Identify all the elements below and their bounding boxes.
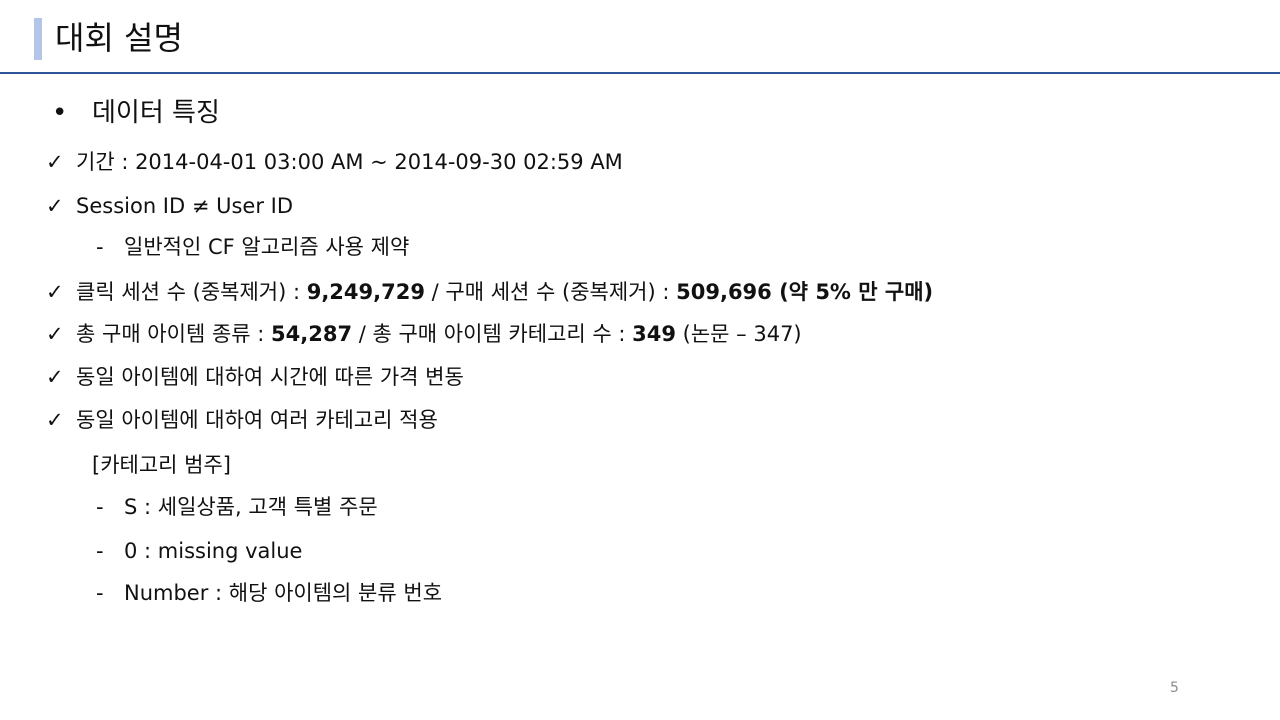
title-divider bbox=[0, 72, 1280, 74]
item-categories-label: / 총 구매 아이템 카테고리 수 : bbox=[352, 322, 633, 346]
multi-category-text: 동일 아이템에 대하여 여러 카테고리 적용 bbox=[76, 408, 438, 432]
category-number-text: Number : 해당 아이템의 분류 번호 bbox=[124, 581, 443, 605]
session-text: Session ID ≠ User ID bbox=[76, 194, 294, 218]
item-categories-count: 349 bbox=[632, 322, 676, 346]
paper-note: (논문 – 347) bbox=[675, 322, 802, 346]
section-bullet: • bbox=[52, 98, 68, 128]
price-variation-text: 동일 아이템에 대하여 시간에 따른 가격 변동 bbox=[76, 365, 464, 389]
item-types-label: 총 구매 아이템 종류 : bbox=[76, 322, 272, 346]
click-sessions-count: 9,249,729 bbox=[306, 280, 425, 304]
click-sessions-line: 클릭 세션 수 (중복제거) : 9,249,729 / 구매 세션 수 (중복… bbox=[76, 277, 933, 307]
dash-bullet: - bbox=[96, 539, 104, 563]
category-heading: [카테고리 범주] bbox=[92, 453, 231, 477]
check-icon: ✓ bbox=[46, 194, 64, 218]
check-icon: ✓ bbox=[46, 280, 64, 304]
dash-bullet: - bbox=[96, 581, 104, 605]
item-types-count: 54,287 bbox=[271, 322, 353, 346]
session-sub-text: 일반적인 CF 알고리즘 사용 제약 bbox=[124, 235, 410, 259]
check-icon: ✓ bbox=[46, 150, 64, 174]
check-icon: ✓ bbox=[46, 408, 64, 432]
slide-number: 5 bbox=[1170, 680, 1179, 696]
purchase-sessions-count: 509,696 (약 5% 만 구매) bbox=[676, 280, 934, 304]
category-0-text: 0 : missing value bbox=[124, 539, 303, 563]
slide-title: 대회 설명 bbox=[55, 19, 183, 57]
click-sessions-label: 클릭 세션 수 (중복제거) : bbox=[76, 280, 307, 304]
period-text: 기간 : 2014-04-01 03:00 AM ~ 2014-09-30 02… bbox=[76, 150, 623, 174]
section-heading: 데이터 특징 bbox=[92, 98, 220, 128]
check-icon: ✓ bbox=[46, 365, 64, 389]
dash-bullet: - bbox=[96, 495, 104, 519]
title-accent-bar bbox=[34, 18, 42, 60]
category-s-text: S : 세일상품, 고객 특별 주문 bbox=[124, 495, 378, 519]
check-icon: ✓ bbox=[46, 322, 64, 346]
purchase-sessions-label: / 구매 세션 수 (중복제거) : bbox=[424, 280, 677, 304]
dash-bullet: - bbox=[96, 235, 104, 259]
item-counts-line: 총 구매 아이템 종류 : 54,287 / 총 구매 아이템 카테고리 수 :… bbox=[76, 319, 802, 349]
